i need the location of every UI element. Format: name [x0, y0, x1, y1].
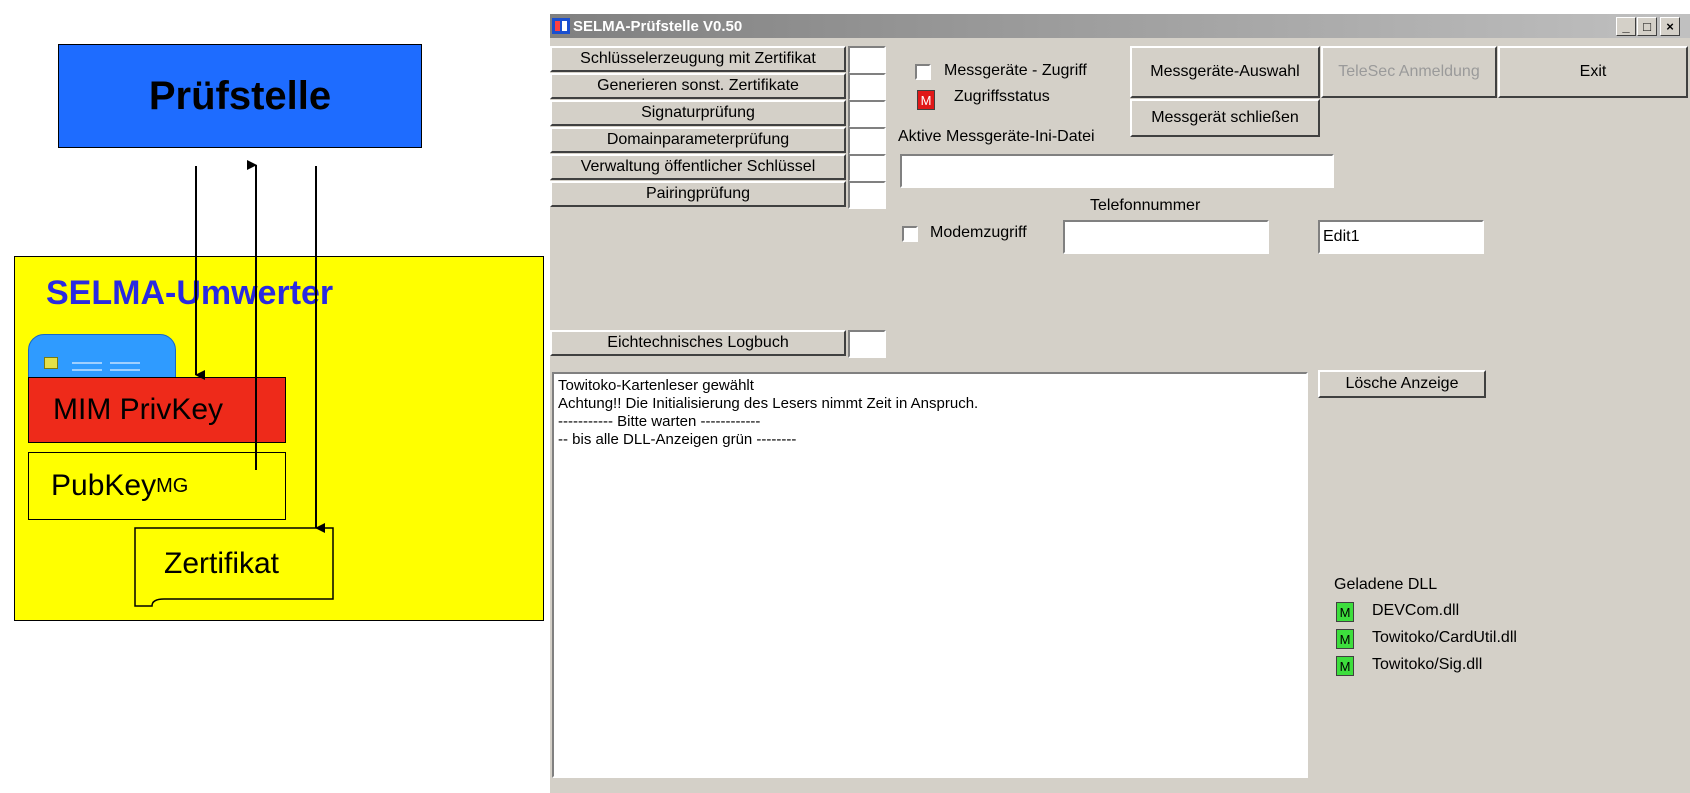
card-stripe	[72, 369, 102, 371]
window-title: SELMA-Prüfstelle V0.50	[573, 17, 743, 35]
chip-icon	[44, 357, 58, 369]
status-box	[848, 100, 886, 128]
loesche-anzeige-button[interactable]: Lösche Anzeige	[1318, 370, 1486, 398]
btn-schluesselerzeugung[interactable]: Schlüsselerzeugung mit Zertifikat	[550, 46, 846, 72]
app-icon	[552, 18, 570, 34]
ini-datei-field[interactable]	[900, 154, 1334, 188]
pubkey-label: PubKey	[51, 469, 157, 502]
card-stripe	[72, 362, 102, 364]
btn-domainparameterpruefung[interactable]: Domainparameterprüfung	[550, 127, 846, 153]
maximize-button[interactable]: □	[1637, 17, 1657, 36]
messgeraet-schliessen-button[interactable]: Messgerät schließen	[1130, 99, 1320, 137]
eichtechnisches-logbuch-button[interactable]: Eichtechnisches Logbuch	[550, 330, 846, 356]
dll-name: DEVCom.dll	[1372, 602, 1460, 619]
dll-name: Towitoko/CardUtil.dll	[1372, 629, 1517, 646]
pruefstelle-label: Prüfstelle	[148, 73, 332, 118]
btn-pairingpruefung[interactable]: Pairingprüfung	[550, 181, 846, 207]
messgeraete-auswahl-button[interactable]: Messgeräte-Auswahl	[1130, 46, 1320, 98]
smartcard-icon	[28, 334, 176, 378]
zugriffsstatus-led: M	[917, 90, 935, 110]
status-box	[848, 330, 886, 358]
close-button[interactable]: ×	[1660, 17, 1680, 36]
btn-generieren-zertifikate[interactable]: Generieren sonst. Zertifikate	[550, 73, 846, 99]
pubkey-box: PubKey MG	[28, 452, 286, 520]
messgeraete-zugriff-checkbox[interactable]	[915, 64, 931, 80]
status-box	[848, 73, 886, 101]
ini-datei-label: Aktive Messgeräte-Ini-Datei	[898, 128, 1095, 145]
card-stripe	[110, 362, 140, 364]
dll-led: M	[1336, 602, 1354, 622]
edit1-field[interactable]: Edit1	[1318, 220, 1484, 254]
status-box	[848, 127, 886, 155]
telesec-anmeldung-button[interactable]: TeleSec Anmeldung	[1321, 46, 1497, 98]
modemzugriff-checkbox[interactable]	[902, 226, 918, 242]
btn-verwaltung-schluessel[interactable]: Verwaltung öffentlicher Schlüssel	[550, 154, 846, 180]
card-stripe	[110, 369, 140, 371]
log-line: ----------- Bitte warten ------------	[558, 413, 761, 430]
status-box	[848, 46, 886, 74]
pubkey-subscript: MG	[156, 474, 189, 497]
minimize-button[interactable]: _	[1616, 17, 1636, 36]
zertifikat-document: Zertifikat	[134, 527, 334, 607]
status-box	[848, 154, 886, 182]
dll-led: M	[1336, 656, 1354, 676]
umwerter-label: SELMA-Umwerter	[46, 274, 334, 312]
telefonnummer-label: Telefonnummer	[1090, 197, 1201, 214]
zugriffsstatus-label: Zugriffsstatus	[954, 88, 1050, 105]
btn-signaturpruefung[interactable]: Signaturprüfung	[550, 100, 846, 126]
geladene-dll-heading: Geladene DLL	[1334, 576, 1438, 593]
telefonnummer-field[interactable]	[1063, 220, 1269, 254]
zertifikat-label: Zertifikat	[164, 547, 280, 580]
pruefstelle-box: Prüfstelle	[58, 44, 422, 148]
dll-led: M	[1336, 629, 1354, 649]
privkey-box: MIM PrivKey	[28, 377, 286, 443]
log-line: -- bis alle DLL-Anzeigen grün --------	[558, 431, 797, 448]
privkey-label: MIM PrivKey	[53, 393, 224, 426]
log-line: Towitoko-Kartenleser gewählt	[558, 377, 754, 394]
dll-name: Towitoko/Sig.dll	[1372, 656, 1483, 673]
title-bar: SELMA-Prüfstelle V0.50 _ □ ×	[550, 14, 1690, 38]
modemzugriff-label: Modemzugriff	[930, 224, 1027, 241]
log-line: Achtung!! Die Initialisierung des Lesers…	[558, 395, 979, 412]
log-output[interactable]: Towitoko-Kartenleser gewählt Achtung!! D…	[552, 372, 1308, 778]
status-box	[848, 181, 886, 209]
exit-button[interactable]: Exit	[1498, 46, 1688, 98]
messgeraete-zugriff-label: Messgeräte - Zugriff	[944, 62, 1087, 79]
